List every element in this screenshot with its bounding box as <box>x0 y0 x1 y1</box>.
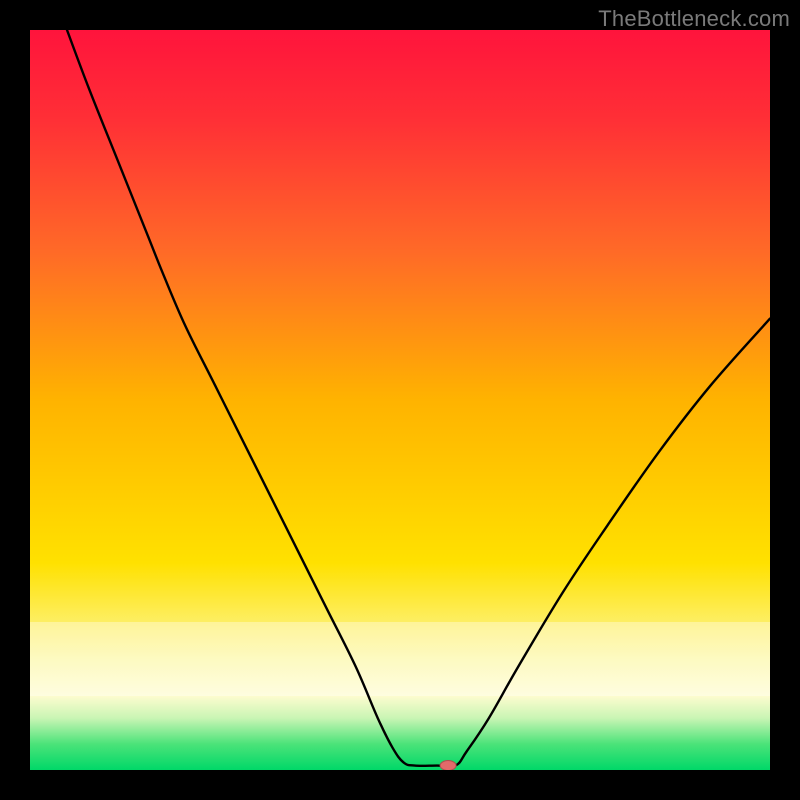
chart-pale-band <box>30 622 770 696</box>
bottleneck-chart <box>30 30 770 770</box>
chart-stage: TheBottleneck.com <box>0 0 800 800</box>
optimum-marker <box>440 761 456 770</box>
watermark-text: TheBottleneck.com <box>598 6 790 32</box>
